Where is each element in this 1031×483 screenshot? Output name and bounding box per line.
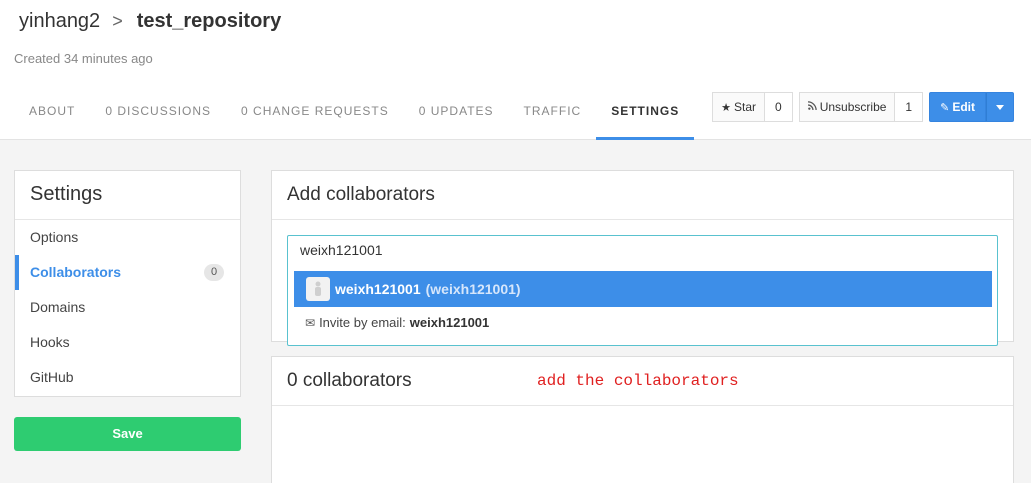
created-timestamp: Created 34 minutes ago <box>14 51 153 66</box>
sidebar-title: Settings <box>15 171 240 220</box>
subscriber-count: 1 <box>895 92 924 122</box>
breadcrumb: yinhang2 > test_repository <box>19 10 281 33</box>
collaborators-count-badge: 0 <box>204 264 224 281</box>
repo-tabs: ABOUT 0 DISCUSSIONS 0 CHANGE REQUESTS 0 … <box>14 91 695 140</box>
star-label: Star <box>734 100 757 114</box>
caret-down-icon <box>996 104 1004 110</box>
suggestion-fullname: (weixh121001) <box>425 281 521 297</box>
settings-sidebar: Settings Options Collaborators 0 Domains… <box>14 170 241 397</box>
sidebar-item-label: Options <box>30 229 79 245</box>
sidebar-item-label: Collaborators <box>30 264 122 280</box>
owner-link[interactable]: yinhang2 <box>19 10 100 33</box>
tab-about[interactable]: ABOUT <box>14 91 90 140</box>
chevron-right-icon: > <box>112 11 123 31</box>
suggestion-username: weixh121001 <box>335 281 421 297</box>
sidebar-item-domains[interactable]: Domains <box>15 290 240 325</box>
invite-label: Invite by email: <box>319 315 406 330</box>
user-avatar-icon <box>306 277 330 301</box>
star-count: 0 <box>765 92 793 122</box>
sidebar-item-hooks[interactable]: Hooks <box>15 325 240 360</box>
repo-name[interactable]: test_repository <box>137 10 282 33</box>
tab-discussions[interactable]: 0 DISCUSSIONS <box>90 91 226 140</box>
repo-actions: ★ Star 0 Unsubscribe 1 ✎ Edit <box>712 92 1014 122</box>
user-suggestion[interactable]: weixh121001 (weixh121001) <box>294 271 992 307</box>
repo-header: yinhang2 > test_repository Created 34 mi… <box>0 0 1031 140</box>
tab-settings[interactable]: SETTINGS <box>596 91 695 140</box>
tab-change-requests[interactable]: 0 CHANGE REQUESTS <box>226 91 404 140</box>
edit-dropdown-button[interactable] <box>986 92 1014 122</box>
save-button[interactable]: Save <box>14 417 241 451</box>
sidebar-item-label: Hooks <box>30 334 70 350</box>
tab-traffic[interactable]: TRAFFIC <box>509 91 597 140</box>
sidebar-item-collaborators[interactable]: Collaborators 0 <box>15 255 240 290</box>
collaborator-search-input[interactable] <box>300 242 700 258</box>
star-icon: ★ <box>721 101 732 114</box>
collaborator-search-box: weixh121001 (weixh121001) ✉ Invite by em… <box>287 235 998 346</box>
pencil-icon: ✎ <box>940 101 950 114</box>
add-collaborators-title: Add collaborators <box>272 171 1013 220</box>
unsubscribe-label: Unsubscribe <box>819 100 887 114</box>
sidebar-item-label: Domains <box>30 299 86 315</box>
sidebar-item-options[interactable]: Options <box>15 220 240 255</box>
invite-email: weixh121001 <box>409 315 490 330</box>
rss-icon <box>807 101 817 113</box>
sidebar-item-label: GitHub <box>30 369 74 385</box>
subscribe-group: Unsubscribe 1 <box>798 92 924 122</box>
edit-label: Edit <box>952 100 975 114</box>
sidebar-item-github[interactable]: GitHub <box>15 360 240 395</box>
envelope-icon: ✉ <box>305 315 316 330</box>
annotation-note: add the collaborators <box>537 372 739 390</box>
star-group: ★ Star 0 <box>712 92 793 122</box>
star-button[interactable]: ★ Star <box>712 92 766 122</box>
unsubscribe-button[interactable]: Unsubscribe <box>798 92 896 122</box>
edit-group: ✎ Edit <box>929 92 1014 122</box>
invite-by-email-option[interactable]: ✉ Invite by email: weixh121001 <box>305 315 489 330</box>
tab-updates[interactable]: 0 UPDATES <box>404 91 509 140</box>
edit-button[interactable]: ✎ Edit <box>929 92 986 122</box>
